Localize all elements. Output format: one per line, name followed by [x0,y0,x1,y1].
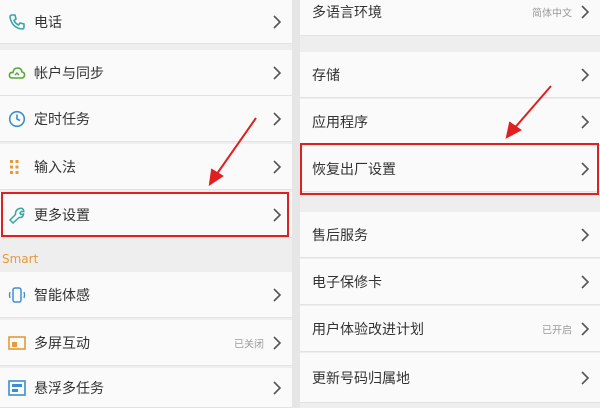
chevron-right-icon [273,207,282,222]
settings-item-phone[interactable]: 电话 [0,0,292,44]
multi-screen-icon [8,335,26,350]
chevron-right-icon [273,111,282,126]
section-header-smart: Smart [2,252,39,266]
settings-item-label: 用户体验改进计划 [312,321,424,338]
panel-divider [292,0,300,408]
settings-item-label: 应用程序 [312,114,368,131]
chevron-right-icon [581,227,590,242]
status-text: 已关闭 [234,339,264,350]
settings-item-more-settings[interactable]: 更多设置 [0,192,292,238]
settings-item-e-warranty[interactable]: 电子保修卡 [300,259,600,305]
settings-item-label: 更新号码归属地 [312,370,410,387]
settings-item-floating-multitask[interactable]: 悬浮多任务 [0,368,292,408]
settings-item-label: 多语言环境 [312,5,382,21]
settings-item-factory-reset[interactable]: 恢复出厂设置 [300,146,600,192]
clock-icon [8,110,26,127]
chevron-right-icon [273,159,282,174]
settings-item-smart-motion[interactable]: 智能体感 [0,272,292,318]
phone-icon [9,13,25,30]
chevron-right-icon [273,287,282,302]
status-text: 简体中文 [532,8,572,20]
cloud-sync-icon [8,66,26,79]
settings-item-scheduled-tasks[interactable]: 定时任务 [0,96,292,142]
settings-item-multi-screen[interactable]: 多屏互动 已关闭 [0,320,292,366]
settings-item-label: 输入法 [34,159,76,176]
settings-item-label: 存储 [312,67,340,84]
settings-item-label: 售后服务 [312,227,368,244]
settings-item-label: 恢复出厂设置 [312,161,396,178]
chevron-right-icon [581,5,590,19]
settings-item-label: 智能体感 [34,287,90,304]
chevron-right-icon [273,14,282,29]
settings-item-number-location[interactable]: 更新号码归属地 [300,353,600,403]
settings-item-storage[interactable]: 存储 [300,52,600,98]
settings-item-label: 帐户与同步 [34,65,104,82]
settings-item-input-method[interactable]: 输入法 [0,144,292,190]
settings-item-language[interactable]: 多语言环境 简体中文 [300,0,600,36]
chevron-right-icon [581,321,590,336]
chevron-right-icon [581,370,590,385]
settings-item-label: 电话 [34,14,62,31]
settings-item-label: 悬浮多任务 [34,380,104,397]
floating-window-icon [8,379,26,396]
right-settings-panel: 多语言环境 简体中文 存储 应用程序 恢复出厂设置 售后服务 电子保修卡 用户体… [300,0,600,408]
chevron-right-icon [581,161,590,176]
chevron-right-icon [581,274,590,289]
status-text: 已开启 [542,325,572,336]
keypad-icon [10,159,19,174]
settings-item-label: 多屏互动 [34,335,90,352]
settings-item-ux-program[interactable]: 用户体验改进计划 已开启 [300,306,600,352]
chevron-right-icon [581,67,590,82]
settings-item-label: 定时任务 [34,111,90,128]
settings-item-after-sales[interactable]: 售后服务 [300,212,600,258]
left-settings-panel: 电话 帐户与同步 定时任务 输入法 更多设置 Smart 智能体感 多屏互动 已… [0,0,292,408]
settings-item-label: 电子保修卡 [312,274,382,291]
wrench-icon [8,207,25,224]
hand-icon [8,286,26,303]
settings-item-account-sync[interactable]: 帐户与同步 [0,50,292,96]
chevron-right-icon [273,65,282,80]
chevron-right-icon [581,114,590,129]
settings-item-applications[interactable]: 应用程序 [300,99,600,145]
chevron-right-icon [273,380,282,395]
settings-item-label: 更多设置 [34,207,90,224]
chevron-right-icon [273,335,282,350]
